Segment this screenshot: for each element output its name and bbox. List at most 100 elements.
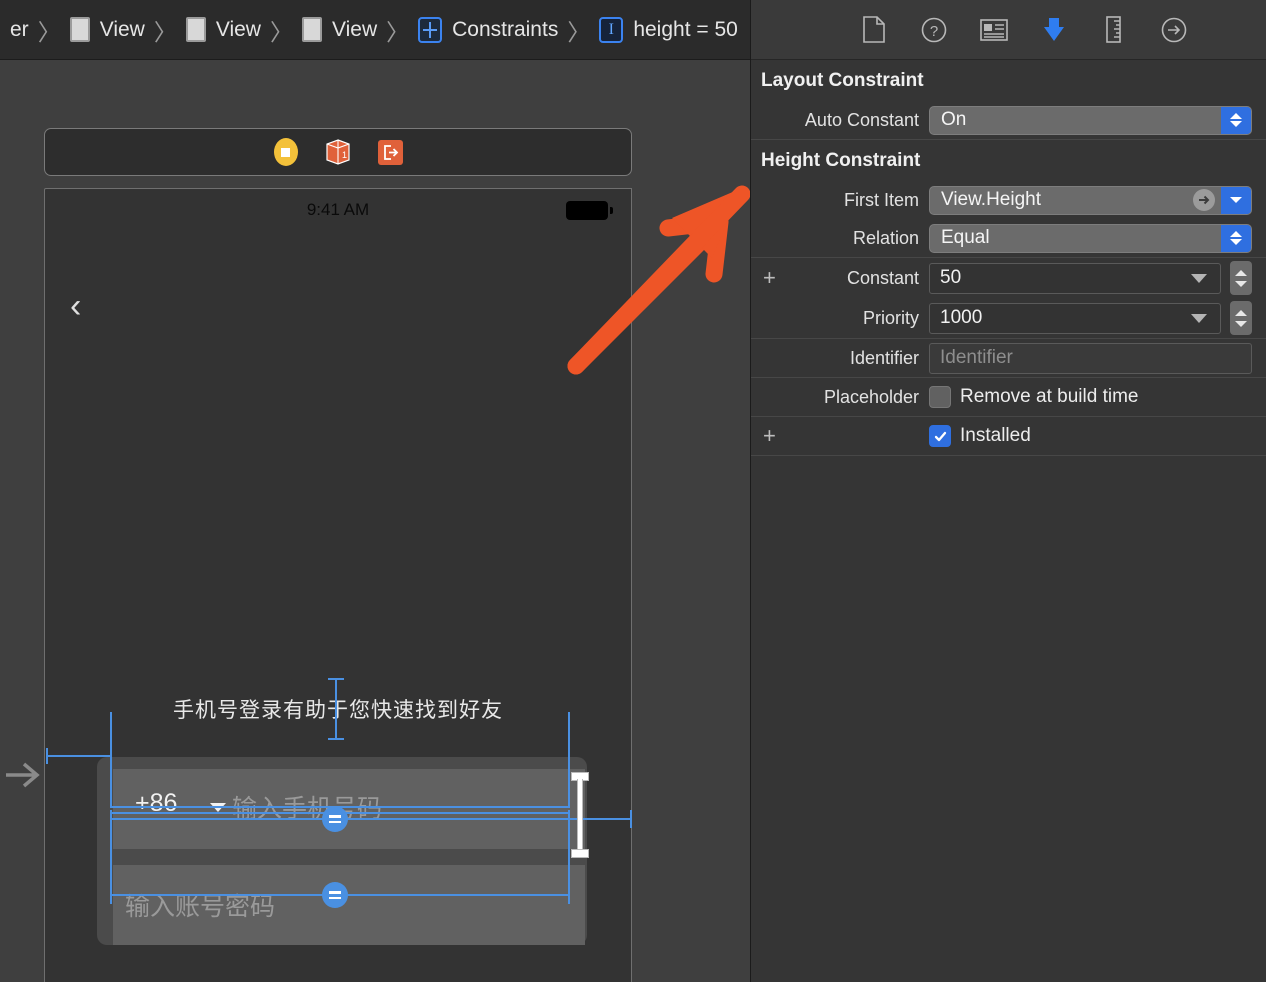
identity-card-icon[interactable] bbox=[979, 15, 1009, 45]
breadcrumb-label: Constraints bbox=[452, 17, 559, 41]
view-icon bbox=[185, 17, 206, 42]
constant-combobox[interactable]: 50 bbox=[929, 262, 1221, 294]
auto-constant-label: Auto Constant bbox=[804, 109, 919, 130]
status-bar: 9:41 AM bbox=[45, 189, 631, 231]
identifier-label: Identifier bbox=[849, 347, 919, 368]
priority-label: Priority bbox=[862, 307, 919, 328]
selection-frame-left bbox=[110, 712, 112, 808]
add-installed-variation-button[interactable]: + bbox=[763, 425, 776, 447]
height-constraint-handle-bottom[interactable] bbox=[571, 849, 589, 858]
relation-label: Relation bbox=[852, 227, 919, 248]
breadcrumb-separator-icon: 〉 bbox=[386, 18, 410, 45]
constraint-guide-cap bbox=[328, 738, 344, 740]
constraint-cap bbox=[568, 886, 570, 904]
row-placeholder[interactable]: Placeholder Remove at build time bbox=[751, 378, 1266, 416]
auto-constant-popup[interactable]: On bbox=[929, 105, 1252, 135]
arrow-circle-icon[interactable] bbox=[1159, 15, 1189, 45]
triangle-down-icon[interactable] bbox=[1191, 313, 1207, 323]
installed-checkbox[interactable] bbox=[929, 425, 951, 447]
inspector-tabbar[interactable]: ? bbox=[751, 0, 1266, 60]
breadcrumb: er 〉 View 〉 View 〉 View 〉 Constraints 〉 … bbox=[0, 0, 750, 60]
triangle-down-icon[interactable] bbox=[1191, 273, 1207, 283]
first-responder-icon[interactable]: 1 bbox=[325, 138, 351, 166]
inspector-content: Layout Constraint Auto Constant On Heigh… bbox=[751, 60, 1266, 456]
constraint-guide-vertical bbox=[335, 680, 337, 740]
breadcrumb-separator-icon: 〉 bbox=[37, 18, 61, 45]
constraint-guide-cap bbox=[328, 678, 344, 680]
status-time: 9:41 AM bbox=[306, 200, 370, 219]
breadcrumb-item-3[interactable]: View bbox=[301, 17, 377, 42]
svg-text:1: 1 bbox=[342, 150, 347, 160]
row-auto-constant[interactable]: Auto Constant On bbox=[751, 101, 1266, 139]
row-priority[interactable]: Priority 1000 bbox=[751, 298, 1266, 338]
back-button[interactable]: ‹ bbox=[70, 289, 81, 323]
breadcrumb-separator-icon: 〉 bbox=[153, 18, 177, 45]
identifier-placeholder: Identifier bbox=[940, 347, 1013, 368]
breadcrumb-separator-icon: 〉 bbox=[269, 18, 293, 45]
height-constraint-icon: I bbox=[599, 16, 624, 43]
breadcrumb-label: er bbox=[10, 17, 29, 41]
section-title-layout-constraint: Layout Constraint bbox=[761, 70, 924, 91]
stepper-chevrons-icon[interactable] bbox=[1221, 106, 1251, 134]
row-first-item[interactable]: First Item View.Height bbox=[751, 181, 1266, 219]
relation-popup[interactable]: Equal bbox=[929, 223, 1252, 253]
constant-stepper[interactable] bbox=[1230, 261, 1252, 295]
file-icon[interactable] bbox=[859, 15, 889, 45]
breadcrumb-label: height = 50 bbox=[633, 17, 738, 41]
constant-label: Constant bbox=[846, 267, 919, 288]
ruler-icon[interactable] bbox=[1099, 15, 1129, 45]
device-preview[interactable]: 9:41 AM ‹ 手机号登录有助于您快速找到好友 +86 输入手机号码 输入账… bbox=[44, 188, 632, 982]
view-controller-icon[interactable] bbox=[273, 138, 298, 166]
identifier-input-wrapper[interactable]: Identifier bbox=[929, 342, 1252, 374]
row-identifier[interactable]: Identifier Identifier bbox=[751, 339, 1266, 377]
add-variation-button[interactable]: + bbox=[763, 267, 776, 289]
breadcrumb-label: View bbox=[215, 17, 261, 41]
breadcrumb-item-5[interactable]: I height = 50 bbox=[599, 16, 738, 43]
entry-point-arrow-icon bbox=[6, 762, 40, 788]
breadcrumb-label: View bbox=[99, 17, 145, 41]
svg-text:?: ? bbox=[929, 23, 937, 40]
breadcrumb-item-4[interactable]: Constraints bbox=[418, 16, 559, 43]
first-item-label: First Item bbox=[844, 189, 919, 210]
divider bbox=[751, 455, 1266, 456]
height-constraint-handle-stem[interactable] bbox=[577, 779, 583, 851]
placeholder-checkbox[interactable] bbox=[929, 386, 951, 408]
chevron-down-icon[interactable] bbox=[1221, 186, 1251, 214]
row-relation[interactable]: Relation Equal bbox=[751, 219, 1266, 257]
storyboard-canvas[interactable]: 1 9:41 AM ‹ 手机号登录有助于您快速找到好友 +86 输入手机号码 输… bbox=[0, 60, 750, 982]
scene-dock[interactable]: 1 bbox=[44, 128, 632, 176]
view-icon bbox=[69, 17, 90, 42]
placeholder-checkbox-label: Remove at build time bbox=[960, 386, 1139, 407]
stepper-chevrons-icon[interactable] bbox=[1221, 224, 1251, 252]
attributes-pin-icon[interactable] bbox=[1039, 15, 1069, 45]
breadcrumb-separator-icon: 〉 bbox=[567, 18, 591, 45]
breadcrumb-item-1[interactable]: View bbox=[69, 17, 145, 42]
breadcrumb-item-2[interactable]: View bbox=[185, 17, 261, 42]
constraint-guide-horizontal bbox=[46, 755, 112, 757]
constraint-guide-cap bbox=[46, 748, 48, 764]
reveal-arrow-icon[interactable] bbox=[1193, 189, 1215, 211]
priority-stepper[interactable] bbox=[1230, 301, 1252, 335]
section-title-height-constraint: Height Constraint bbox=[761, 150, 921, 171]
first-item-value: View.Height bbox=[941, 189, 1041, 210]
constraints-icon bbox=[418, 16, 443, 43]
view-icon bbox=[301, 17, 322, 42]
breadcrumb-item-0[interactable]: er bbox=[10, 18, 29, 42]
relation-value: Equal bbox=[941, 227, 990, 248]
row-installed[interactable]: + Installed bbox=[751, 417, 1266, 455]
constraint-guide-cap bbox=[630, 810, 632, 828]
constant-value[interactable]: 50 bbox=[930, 267, 1191, 289]
first-item-popup[interactable]: View.Height bbox=[929, 185, 1252, 215]
installed-checkbox-label: Installed bbox=[960, 425, 1031, 446]
equal-constraint-badge[interactable] bbox=[322, 806, 348, 832]
row-constant[interactable]: + Constant 50 bbox=[751, 258, 1266, 298]
priority-value[interactable]: 1000 bbox=[930, 307, 1191, 329]
hint-label: 手机号登录有助于您快速找到好友 bbox=[173, 699, 503, 722]
inspector-panel[interactable]: ? Layout Constraint Auto Constant On Hei… bbox=[750, 0, 1266, 982]
question-circle-icon[interactable]: ? bbox=[919, 15, 949, 45]
selection-frame-right bbox=[568, 712, 570, 808]
constraint-cap bbox=[110, 886, 112, 904]
equal-constraint-badge[interactable] bbox=[322, 882, 348, 908]
priority-combobox[interactable]: 1000 bbox=[929, 302, 1221, 334]
exit-segue-icon[interactable] bbox=[377, 139, 403, 165]
